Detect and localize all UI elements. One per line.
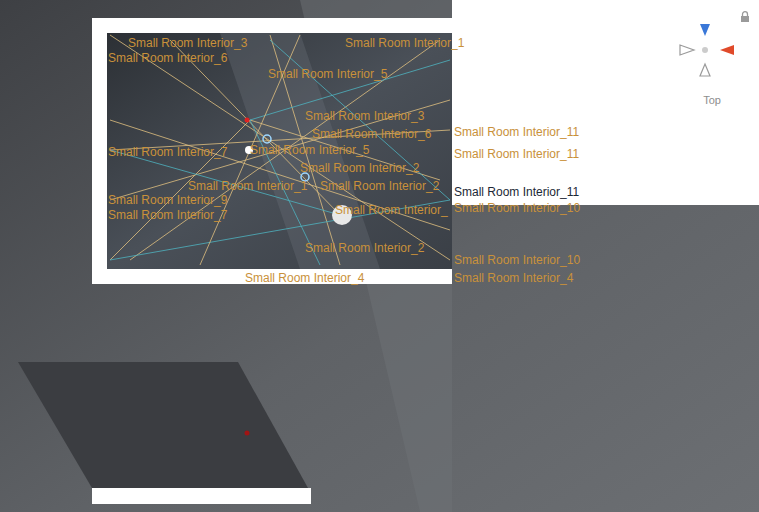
scene-view[interactable]: Small Room Interior_3Small Room Interior… — [0, 0, 759, 512]
probe-label: Small Room Interior_2 — [305, 241, 424, 255]
probe-label: Small Room Interior_10 — [454, 201, 580, 215]
probe-label: Small Room Interior_9 — [108, 193, 227, 207]
probe-label: Small Room Interior_5 — [250, 143, 369, 157]
probe-label: Small Room Interior_6 — [312, 127, 431, 141]
axis-icon[interactable] — [678, 20, 742, 80]
probe-label: Small Room Interior_4 — [245, 271, 364, 285]
probe-label: Small Room Interior_3 — [305, 109, 424, 123]
probe-label: Small Room Interior_1 — [188, 179, 307, 193]
probe-label: Small Room Interior_3 — [128, 36, 247, 50]
view-label: Top — [703, 94, 721, 106]
probe-label: Small Room Interior_ — [335, 203, 448, 217]
probe-label: Small Room Interior_5 — [268, 67, 387, 81]
probe-label: Small Room Interior_11 — [454, 147, 579, 161]
probe-label: Small Room Interior_2 — [320, 179, 439, 193]
lock-icon[interactable] — [740, 11, 750, 22]
probe-label: Small Room Interior_7 — [108, 145, 227, 159]
probe-label: Small Room Interior_1 — [345, 36, 464, 50]
probe-label: Small Room Interior_6 — [108, 51, 227, 65]
probe-label: Small Room Interior_7 — [108, 208, 227, 222]
orientation-gizmo[interactable]: Top — [683, 20, 747, 106]
probe-label: Small Room Interior_11 — [454, 125, 579, 139]
probe-label: Small Room Interior_10 — [454, 253, 580, 267]
probe-label: Small Room Interior_2 — [300, 161, 419, 175]
probe-label: Small Room Interior_11 — [454, 185, 579, 199]
probe-label: Small Room Interior_4 — [454, 271, 573, 285]
